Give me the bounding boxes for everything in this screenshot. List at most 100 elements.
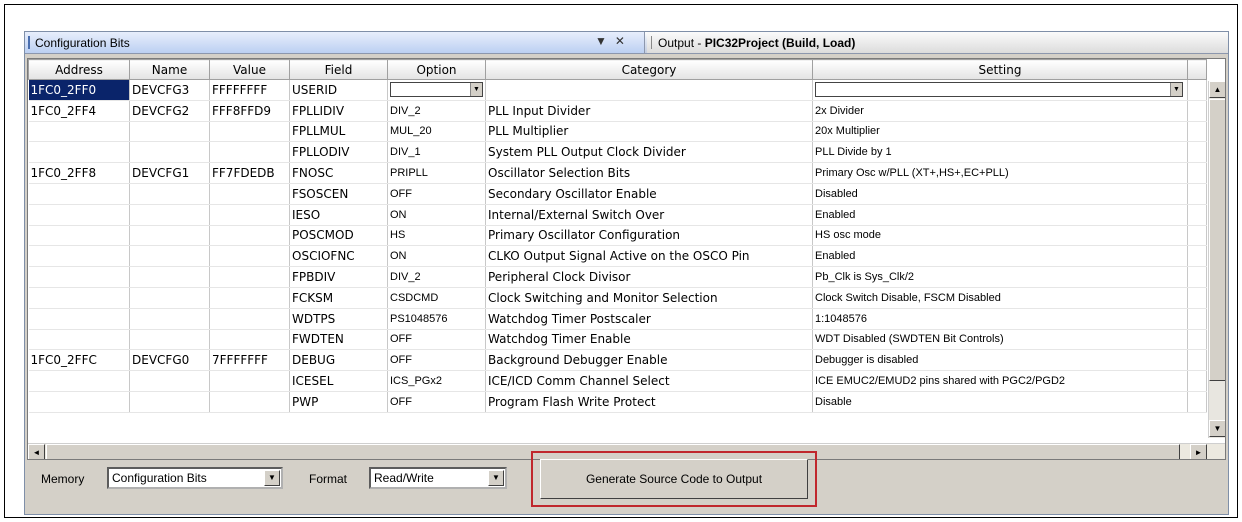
cell-value: FFF8FFD9 — [209, 100, 290, 122]
column-header-option[interactable]: Option — [387, 59, 486, 80]
close-icon[interactable]: ✕ — [615, 34, 625, 48]
cell-value — [209, 266, 290, 288]
column-header-address[interactable]: Address — [28, 59, 130, 80]
cell-field: FPBDIV — [289, 266, 388, 288]
cell-field: FPLLMUL — [289, 121, 388, 143]
row-spacer — [1187, 204, 1207, 226]
cell-option[interactable]: OFF — [387, 329, 486, 351]
cell-setting[interactable]: Enabled — [812, 245, 1188, 268]
cell-option[interactable]: ICS_PGx2 — [387, 370, 486, 392]
cell-setting[interactable]: HS osc mode — [812, 225, 1188, 247]
generate-source-code-button[interactable]: Generate Source Code to Output — [540, 459, 808, 499]
cell-value — [209, 225, 290, 247]
vertical-scroll-thumb[interactable] — [1209, 99, 1225, 381]
cell-option[interactable]: OFF — [387, 391, 486, 413]
cell-option[interactable]: DIV_2 — [387, 266, 486, 288]
vertical-scrollbar[interactable]: ▲ ▼ — [1208, 81, 1225, 438]
row-spacer — [1187, 329, 1207, 351]
config-table: Address Name Value Field Option Category… — [28, 59, 1207, 413]
scroll-up-button[interactable]: ▲ — [1209, 81, 1225, 98]
cell-option[interactable]: DIV_2 — [387, 100, 486, 122]
cell-option[interactable]: ON — [387, 204, 486, 226]
pin-dropdown-icon[interactable]: ▼ — [595, 34, 607, 48]
table-row[interactable]: 1FC0_2FF0 DEVCFG3 FFFFFFFF USERID ▼ ▼ — [28, 79, 1207, 101]
cell-option[interactable]: PS1048576 — [387, 308, 486, 330]
cell-option[interactable]: HS — [387, 225, 486, 247]
table-row[interactable]: ICESEL ICS_PGx2 ICE/ICD Comm Channel Selec… — [28, 370, 1207, 392]
table-row[interactable]: FPLLODIV DIV_1 System PLL Output Clock Div… — [28, 141, 1207, 164]
tab-label: Configuration Bits — [35, 36, 130, 50]
cell-setting[interactable]: Enabled — [812, 204, 1188, 226]
cell-setting[interactable]: Disabled — [812, 183, 1188, 205]
table-row[interactable]: 1FC0_2FF8 DEVCFG1 FF7FDEDB FNOSC PRIPLL Oscil… — [28, 162, 1207, 184]
chevron-down-icon[interactable]: ▼ — [488, 470, 504, 486]
cell-setting[interactable]: Disable — [812, 391, 1188, 413]
cell-address — [28, 266, 130, 288]
column-header-field[interactable]: Field — [289, 59, 388, 80]
cell-address: 1FC0_2FF4 — [28, 100, 130, 122]
cell-option[interactable]: CSDCMD — [387, 287, 486, 309]
cell-category — [485, 79, 813, 101]
cell-option[interactable]: ON — [387, 245, 486, 268]
configuration-bits-panel: Configuration Bits ▼ ✕ Output - PIC32Pro… — [24, 31, 1229, 515]
cell-address — [28, 225, 130, 247]
table-row[interactable]: 1FC0_2FFC DEVCFG0 7FFFFFFF DEBUG OFF Backgrou… — [28, 349, 1207, 372]
column-header-category[interactable]: Category — [485, 59, 813, 80]
cell-option[interactable]: MUL_20 — [387, 121, 486, 143]
cell-setting[interactable]: ▼ — [812, 79, 1188, 101]
cell-option[interactable]: ▼ — [387, 79, 486, 101]
cell-setting[interactable]: WDT Disabled (SWDTEN Bit Controls) — [812, 329, 1188, 351]
cell-value — [209, 329, 290, 351]
cell-setting[interactable]: 20x Multiplier — [812, 121, 1188, 143]
chevron-down-icon[interactable]: ▼ — [264, 470, 280, 486]
cell-option[interactable]: DIV_1 — [387, 141, 486, 164]
table-row[interactable]: FCKSM CSDCMD Clock Switching and Monitor S… — [28, 287, 1207, 309]
row-spacer — [1187, 121, 1207, 143]
table-row[interactable]: OSCIOFNC ON CLKO Output Signal Active on t… — [28, 245, 1207, 268]
table-row[interactable]: FSOSCEN OFF Secondary Oscillator Enable Dis… — [28, 183, 1207, 205]
chevron-down-icon[interactable]: ▼ — [470, 83, 482, 97]
cell-option[interactable]: PRIPLL — [387, 162, 486, 184]
table-row[interactable]: PWP OFF Program Flash Write Protect Disable — [28, 391, 1207, 413]
chevron-down-icon[interactable]: ▼ — [1170, 83, 1182, 97]
row-spacer — [1187, 349, 1207, 372]
column-header-setting[interactable]: Setting — [812, 59, 1188, 80]
cell-setting[interactable]: Clock Switch Disable, FSCM Disabled — [812, 287, 1188, 309]
cell-setting[interactable]: 2x Divider — [812, 100, 1188, 122]
table-row[interactable]: FPBDIV DIV_2 Peripheral Clock Divisor Pb_Cl… — [28, 266, 1207, 288]
column-header-name[interactable]: Name — [129, 59, 210, 80]
cell-setting[interactable]: Pb_Clk is Sys_Clk/2 — [812, 266, 1188, 288]
setting-edit-input[interactable]: ▼ — [815, 82, 1183, 98]
memory-select[interactable]: Configuration Bits ▼ — [107, 467, 283, 489]
cell-name — [129, 287, 210, 309]
table-row[interactable]: IESO ON Internal/External Switch Over Enabl… — [28, 204, 1207, 226]
table-row[interactable]: FPLLMUL MUL_20 PLL Multiplier 20x Multiplie… — [28, 121, 1207, 143]
column-header-spacer — [1187, 59, 1207, 80]
row-spacer — [1187, 79, 1207, 101]
cell-name — [129, 204, 210, 226]
row-spacer — [1187, 308, 1207, 330]
scroll-left-button[interactable]: ◄ — [28, 444, 45, 459]
table-row[interactable]: 1FC0_2FF4 DEVCFG2 FFF8FFD9 FPLLIDIV DIV_2 PLL… — [28, 100, 1207, 122]
cell-option[interactable]: OFF — [387, 349, 486, 372]
format-select[interactable]: Read/Write ▼ — [369, 467, 507, 489]
cell-setting[interactable]: PLL Divide by 1 — [812, 141, 1188, 164]
cell-address — [28, 141, 130, 164]
column-header-value[interactable]: Value — [209, 59, 290, 80]
cell-setting[interactable]: Primary Osc w/PLL (XT+,HS+,EC+PLL) — [812, 162, 1188, 184]
cell-field: FNOSC — [289, 162, 388, 184]
cell-setting[interactable]: Debugger is disabled — [812, 349, 1188, 372]
cell-option[interactable]: OFF — [387, 183, 486, 205]
tab-output[interactable]: Output - PIC32Project (Build, Load) — [647, 32, 1228, 53]
table-row[interactable]: WDTPS PS1048576 Watchdog Timer Postscaler 1… — [28, 308, 1207, 330]
cell-category: Internal/External Switch Over — [485, 204, 813, 226]
option-edit-input[interactable]: ▼ — [390, 82, 483, 98]
table-row[interactable]: POSCMOD HS Primary Oscillator Configuratio… — [28, 225, 1207, 247]
cell-setting[interactable]: ICE EMUC2/EMUD2 pins shared with PGC2/PG… — [812, 370, 1188, 392]
cell-setting[interactable]: 1:1048576 — [812, 308, 1188, 330]
tab-configuration-bits[interactable]: Configuration Bits ▼ ✕ — [25, 32, 645, 53]
table-row[interactable]: FWDTEN OFF Watchdog Timer Enable WDT Disabl… — [28, 329, 1207, 351]
row-spacer — [1187, 266, 1207, 288]
scroll-right-button[interactable]: ► — [1190, 444, 1207, 459]
scroll-down-button[interactable]: ▼ — [1209, 420, 1225, 437]
